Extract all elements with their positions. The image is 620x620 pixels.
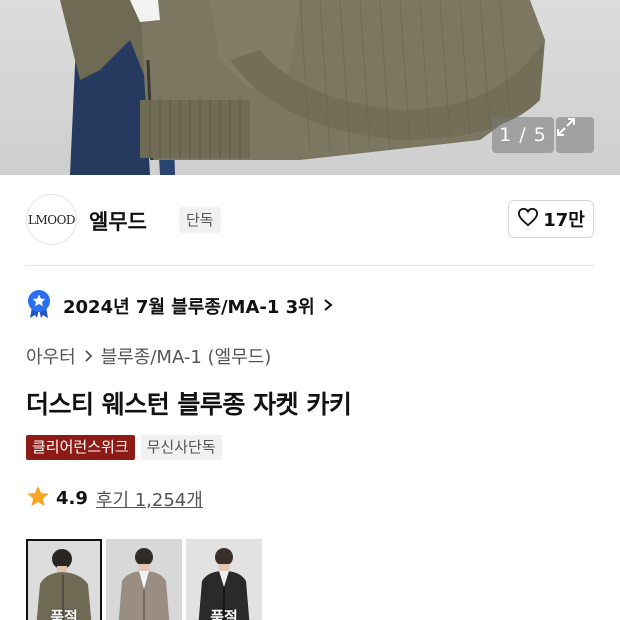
breadcrumb: 아우터 블루종/MA-1 (엘무드) — [26, 343, 271, 369]
chevron-right-icon — [84, 349, 93, 363]
brand-logo[interactable]: LMOOD — [26, 194, 77, 245]
thumbnail-option[interactable]: 품절 — [186, 539, 262, 620]
soldout-label: 품절 — [50, 608, 78, 620]
product-title: 더스티 웨스턴 블루종 자켓 카키 — [26, 390, 352, 419]
brand-row: LMOOD 엘무드 단독 17만 — [26, 194, 594, 246]
ranking-text: 2024년 7월 블루종/MA-1 3위 — [63, 297, 315, 318]
like-button[interactable]: 17만 — [508, 200, 594, 238]
product-main-image[interactable]: 1 / 5 — [0, 0, 620, 175]
brand-exclusive-badge: 단독 — [179, 207, 221, 233]
breadcrumb-item-subcategory[interactable]: 블루종/MA-1 (엘무드) — [101, 343, 272, 369]
brand-name[interactable]: 엘무드 — [89, 206, 147, 236]
rating-row: 4.9 후기 1,254개 — [26, 485, 203, 512]
chevron-right-icon — [323, 297, 333, 316]
divider — [26, 265, 594, 266]
thumbnail-option[interactable]: 품절 — [26, 539, 102, 620]
like-count: 17만 — [543, 210, 585, 231]
heart-outline-icon — [517, 207, 539, 232]
tag-exclusive: 무신사단독 — [140, 435, 222, 460]
tag-clearance: 클리어런스위크 — [26, 435, 135, 460]
rank-badge-icon — [26, 289, 52, 323]
brand-logo-text: LMOOD — [27, 212, 76, 227]
color-thumbnails: 품절 품절 — [26, 539, 262, 620]
rating-score: 4.9 — [56, 488, 88, 509]
tag-list: 클리어런스위크 무신사단독 — [26, 435, 222, 460]
review-link[interactable]: 후기 1,254개 — [96, 486, 203, 512]
breadcrumb-item-category[interactable]: 아우터 — [26, 343, 76, 369]
ranking-link[interactable]: 2024년 7월 블루종/MA-1 3위 — [26, 290, 333, 322]
expand-button[interactable] — [556, 117, 594, 153]
thumbnail-option[interactable] — [106, 539, 182, 620]
star-icon — [26, 485, 50, 512]
soldout-label: 품절 — [210, 608, 238, 620]
image-counter: 1 / 5 — [492, 117, 554, 153]
